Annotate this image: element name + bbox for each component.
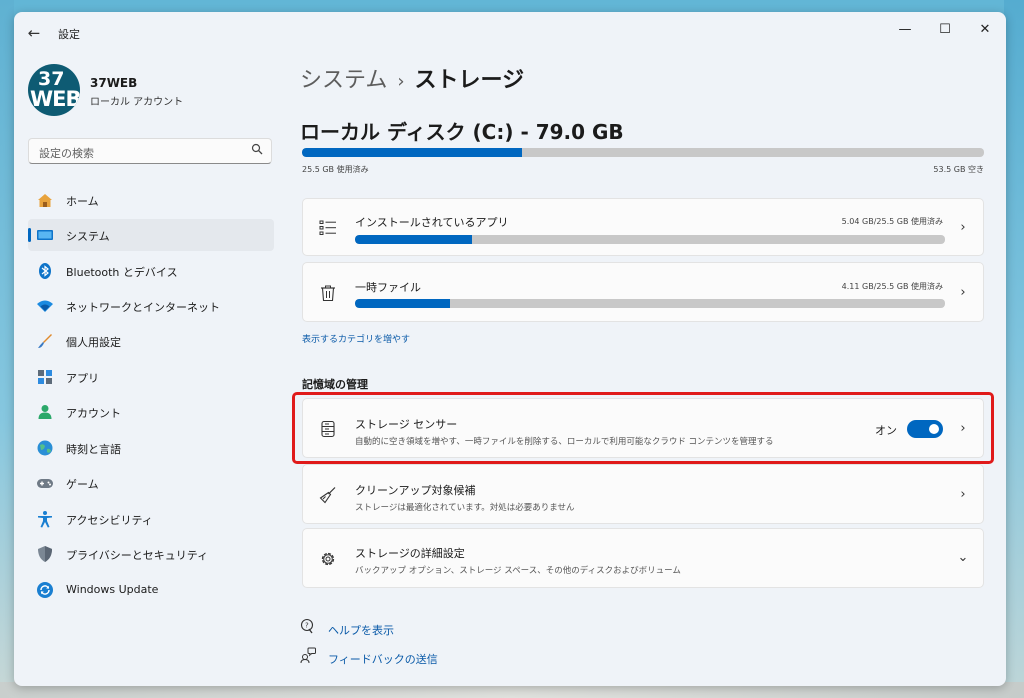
category-card-installed-apps[interactable]: インストールされているアプリ 5.04 GB/25.5 GB 使用済み › — [302, 198, 984, 256]
trash-icon — [319, 284, 337, 302]
sidebar-item-time-language[interactable]: 時刻と言語 — [28, 432, 274, 464]
search-icon[interactable] — [251, 143, 263, 158]
sidebar-item-label: Bluetooth とデバイス — [66, 266, 178, 279]
chevron-down-icon[interactable]: ⌄ — [957, 551, 969, 565]
cleanup-title: クリーンアップ対象候補 — [355, 484, 476, 497]
sidebar-item-system[interactable]: システム — [28, 219, 274, 251]
help-link[interactable]: ? ヘルプを表示 — [300, 618, 394, 638]
accessibility-icon — [36, 510, 54, 528]
breadcrumb-separator: › — [397, 71, 405, 92]
app-title: 設定 — [58, 28, 80, 41]
gear-icon — [319, 550, 337, 568]
bluetooth-icon — [36, 262, 54, 280]
sidebar-item-label: ゲーム — [66, 478, 99, 491]
system-icon — [36, 226, 54, 244]
category-card-temp-files[interactable]: 一時ファイル 4.11 GB/25.5 GB 使用済み › — [302, 262, 984, 322]
cleanup-recommendations-card[interactable]: クリーンアップ対象候補 ストレージは最適化されています。対処は必要ありません › — [302, 464, 984, 524]
apps-icon — [36, 368, 54, 386]
desktop-background-left — [0, 0, 14, 698]
sidebar-item-label: Windows Update — [66, 583, 159, 596]
disk-free-label: 53.5 GB 空き — [933, 165, 984, 174]
close-button[interactable]: ✕ — [970, 20, 1000, 40]
category-usage: 4.11 GB/25.5 GB 使用済み — [841, 282, 943, 291]
disk-used-label: 25.5 GB 使用済み — [302, 165, 369, 174]
category-usage-fill — [355, 299, 450, 308]
shield-icon — [36, 545, 54, 563]
breadcrumb: システム › ストレージ — [300, 62, 524, 94]
sidebar-item-home[interactable]: ホーム — [28, 184, 274, 216]
wifi-icon — [36, 297, 54, 315]
advanced-storage-title: ストレージの詳細設定 — [355, 547, 465, 560]
settings-window: ← 設定 — ☐ ✕ 37 WEB 37WEB ローカル アカウント 設定の検索… — [14, 12, 1006, 686]
account-type: ローカル アカウント — [90, 97, 184, 108]
sidebar-item-accessibility[interactable]: アクセシビリティ — [28, 503, 274, 535]
feedback-icon — [300, 647, 318, 666]
feedback-link[interactable]: フィードバックの送信 — [300, 647, 438, 667]
category-title: インストールされているアプリ — [355, 216, 509, 229]
title-bar: ← 設定 — ☐ ✕ — [14, 12, 1006, 52]
chevron-right-icon[interactable]: › — [957, 286, 969, 300]
category-usage-bar — [355, 235, 945, 244]
list-icon — [319, 219, 337, 237]
desktop-background-right — [1004, 0, 1024, 698]
sidebar-item-label: アプリ — [66, 372, 99, 385]
chevron-right-icon[interactable]: › — [957, 488, 969, 502]
sidebar-item-windows-update[interactable]: Windows Update — [28, 574, 274, 606]
globe-icon — [36, 439, 54, 457]
disk-usage-bar — [302, 148, 984, 157]
search-input[interactable]: 設定の検索 — [28, 138, 272, 164]
sidebar-item-label: プライバシーとセキュリティ — [66, 549, 209, 562]
advanced-storage-settings-card[interactable]: ストレージの詳細設定 バックアップ オプション、ストレージ スペース、その他のデ… — [302, 528, 984, 588]
category-title: 一時ファイル — [355, 281, 421, 294]
sidebar-item-label: 時刻と言語 — [66, 443, 121, 456]
feedback-link-label: フィードバックの送信 — [328, 653, 438, 666]
back-button[interactable]: ← — [24, 24, 44, 42]
sidebar-item-apps[interactable]: アプリ — [28, 361, 274, 393]
sidebar-item-label: アクセシビリティ — [66, 514, 153, 527]
home-icon — [36, 191, 54, 209]
avatar[interactable]: 37 WEB — [28, 64, 80, 116]
sidebar-item-accounts[interactable]: アカウント — [28, 396, 274, 428]
advanced-storage-description: バックアップ オプション、ストレージ スペース、その他のディスクおよびボリューム — [355, 566, 681, 576]
help-link-label: ヘルプを表示 — [328, 624, 394, 637]
category-usage: 5.04 GB/25.5 GB 使用済み — [841, 217, 943, 226]
disk-usage-fill — [302, 148, 523, 157]
update-icon — [36, 581, 54, 599]
category-usage-fill — [355, 235, 472, 244]
maximize-button[interactable]: ☐ — [930, 20, 960, 40]
show-more-categories-link[interactable]: 表示するカテゴリを増やす — [302, 332, 410, 345]
sidebar-item-label: 個人用設定 — [66, 336, 121, 349]
sidebar-item-gaming[interactable]: ゲーム — [28, 467, 274, 499]
breadcrumb-parent[interactable]: システム — [300, 68, 387, 93]
svg-text:?: ? — [305, 622, 309, 630]
sidebar-item-label: アカウント — [66, 407, 121, 420]
section-heading-storage-management: 記憶域の管理 — [302, 378, 368, 391]
sidebar-item-bluetooth[interactable]: Bluetooth とデバイス — [28, 255, 274, 287]
broom-icon — [319, 486, 337, 504]
annotation-highlight-box — [292, 392, 994, 464]
sidebar-item-label: ネットワークとインターネット — [66, 301, 220, 314]
search-placeholder: 設定の検索 — [39, 147, 94, 160]
cleanup-description: ストレージは最適化されています。対処は必要ありません — [355, 503, 575, 513]
chevron-right-icon[interactable]: › — [957, 221, 969, 235]
account-icon — [36, 403, 54, 421]
gamepad-icon — [36, 474, 54, 492]
sidebar-item-label: ホーム — [66, 195, 99, 208]
minimize-button[interactable]: — — [890, 20, 920, 40]
category-usage-bar — [355, 299, 945, 308]
disk-title: ローカル ディスク (C:) - 79.0 GB — [300, 120, 624, 144]
sidebar-item-label: システム — [66, 230, 110, 243]
page-title: ストレージ — [414, 68, 525, 93]
sidebar-item-privacy[interactable]: プライバシーとセキュリティ — [28, 538, 274, 570]
selection-indicator — [28, 228, 31, 242]
sidebar-item-network[interactable]: ネットワークとインターネット — [28, 290, 274, 322]
avatar-text-bottom: WEB — [30, 87, 80, 111]
user-name: 37WEB — [90, 76, 138, 90]
help-icon: ? — [300, 618, 318, 637]
sidebar-item-personalization[interactable]: 個人用設定 — [28, 325, 274, 357]
brush-icon — [36, 332, 54, 350]
